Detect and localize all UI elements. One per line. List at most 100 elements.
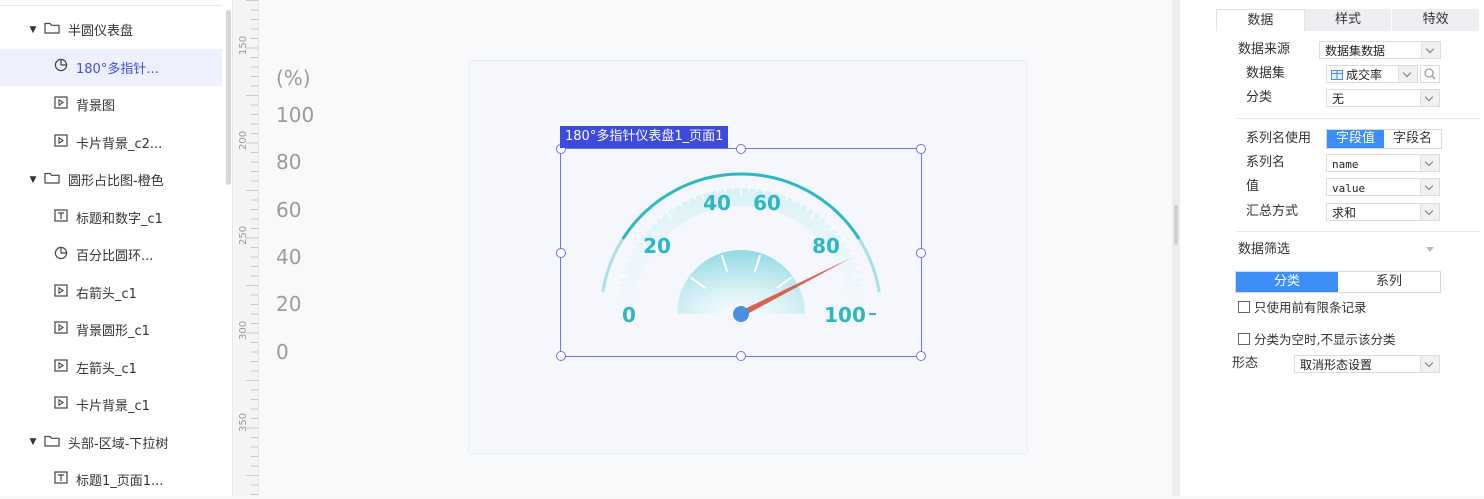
tree-item[interactable]: 右箭头_c1 [0, 274, 222, 312]
scroll-thumb[interactable] [1174, 205, 1178, 245]
aggregate-select[interactable]: 求和 [1326, 203, 1440, 221]
tab-effect[interactable]: 特效 [1392, 9, 1480, 31]
pie-chart-icon [54, 246, 68, 264]
pie-chart-icon [54, 58, 68, 76]
value-select[interactable]: value [1326, 178, 1440, 196]
series-name-field-name[interactable]: 字段名 [1384, 130, 1441, 148]
ruler-label: 150 [238, 36, 249, 55]
tree-item-label: 背景圆形_c1 [76, 320, 150, 339]
chevron-down-icon [1421, 42, 1440, 58]
tree-scrollbar[interactable] [226, 10, 231, 185]
tree-item-label: 背景图 [76, 95, 115, 114]
y-label-60: 60 [276, 198, 301, 222]
tree-item[interactable]: ▼ 半圆仪表盘 [0, 11, 222, 49]
form-value: 取消形态设置 [1300, 358, 1372, 372]
tree-item-label: 头部-区域-下拉树 [68, 433, 168, 452]
row-category: 分类 无 [1180, 88, 1484, 108]
resize-handle-bl[interactable] [556, 351, 566, 361]
selection-label: 180°多指针仪表盘1_页面1 [560, 126, 728, 148]
only-first-records-checkbox[interactable]: 只使用前有限条记录 [1238, 297, 1367, 316]
dataset-search-button[interactable] [1420, 65, 1440, 83]
row-filter[interactable]: 数据筛选 [1180, 240, 1484, 260]
play-box-icon [54, 359, 68, 376]
folder-icon [44, 21, 60, 38]
filter-tab-series[interactable]: 系列 [1338, 272, 1440, 292]
tree-item[interactable]: 百分比圆环... [0, 236, 222, 274]
checkbox-box[interactable] [1238, 333, 1250, 345]
category-value: 无 [1332, 92, 1344, 106]
series-name-select[interactable]: name [1326, 154, 1440, 172]
row-series-name-use: 系列名使用 字段值 字段名 [1180, 129, 1484, 149]
panel-divider [1236, 231, 1480, 232]
collapse-arrow-icon[interactable] [1426, 247, 1434, 252]
resize-handle-tr[interactable] [916, 144, 926, 154]
tree-item-label: 标题1_页面1... [76, 470, 163, 489]
expand-caret-icon[interactable]: ▼ [28, 437, 38, 447]
selection-box[interactable] [560, 148, 922, 357]
unit-label: (%) [276, 66, 311, 90]
panel-tabs: 数据 样式 特效 [1216, 9, 1480, 31]
tree-item-label: 右箭头_c1 [76, 283, 137, 302]
ruler-label: 250 [238, 226, 249, 245]
category-label: 分类 [1246, 88, 1272, 108]
series-name-field-value[interactable]: 字段值 [1327, 130, 1384, 148]
tree-item[interactable]: 背景圆形_c1 [0, 311, 222, 349]
resize-handle-mr[interactable] [916, 248, 926, 258]
tree-item[interactable]: ▼圆形占比图-橙色 [0, 161, 222, 199]
resize-handle-tm[interactable] [736, 144, 746, 154]
chevron-down-icon [1420, 90, 1439, 106]
chevron-down-icon [1420, 356, 1439, 372]
tab-style[interactable]: 样式 [1305, 9, 1393, 31]
tree-item-label: 180°多指针... [76, 58, 159, 77]
tree-item-label: 卡片背景_c1 [76, 395, 150, 414]
checkbox-box[interactable] [1238, 301, 1250, 313]
tree-item[interactable]: 180°多指针... [0, 49, 222, 87]
tree-rows: ▼半圆仪表盘180°多指针...背景图卡片背景_c2...▼圆形占比图-橙色标题… [0, 11, 222, 496]
dataset-value: 成交率 [1346, 68, 1382, 82]
expand-caret-icon[interactable]: ▼ [28, 25, 38, 35]
tree-item[interactable]: 卡片背景_c1 [0, 386, 222, 424]
tree-item-label: 半圆仪表盘 [68, 20, 133, 39]
y-label-0: 0 [276, 340, 289, 364]
expand-caret-icon[interactable]: ▼ [28, 175, 38, 185]
form-select[interactable]: 取消形态设置 [1294, 355, 1440, 373]
tree-item[interactable]: 左箭头_c1 [0, 349, 222, 387]
data-source-value: 数据集数据 [1325, 44, 1385, 58]
ruler-label: 350 [238, 413, 249, 432]
row-dataset: 数据集 成交率 [1180, 64, 1484, 84]
ruler-ticks: 150200250300350 [234, 0, 258, 496]
series-name-label: 系列名 [1246, 153, 1285, 173]
chevron-down-icon [1398, 66, 1417, 82]
data-source-select[interactable]: 数据集数据 [1319, 41, 1441, 59]
tree-item[interactable]: ▼ 头部-区域-下拉树 [0, 424, 222, 462]
filter-tab-category[interactable]: 分类 [1236, 272, 1338, 292]
tab-data[interactable]: 数据 [1216, 9, 1305, 31]
tree-item[interactable]: 标题和数字_c1 [0, 199, 222, 237]
series-name-use-label: 系列名使用 [1246, 129, 1311, 149]
dataset-label: 数据集 [1246, 64, 1285, 84]
tree-item-label: 卡片背景_c2... [76, 133, 162, 152]
search-icon [1421, 66, 1439, 82]
only-first-records-label: 只使用前有限条记录 [1254, 297, 1367, 316]
tree-item-label: 左箭头_c1 [76, 358, 137, 377]
value-value: value [1332, 182, 1365, 195]
aggregate-label: 汇总方式 [1246, 202, 1298, 222]
hide-empty-category-checkbox[interactable]: 分类为空时,不显示该分类 [1238, 329, 1395, 348]
resize-handle-bm[interactable] [736, 351, 746, 361]
folder-icon [44, 171, 60, 188]
tree-top-divider [0, 5, 222, 6]
text-box-icon [54, 471, 68, 488]
tree-item[interactable]: 背景图 [0, 86, 222, 124]
play-box-icon [54, 396, 68, 413]
tree-item[interactable]: 卡片背景_c2... [0, 124, 222, 162]
resize-handle-ml[interactable] [556, 248, 566, 258]
row-data-source: 数据来源 数据集数据 [1180, 40, 1484, 60]
tree-item[interactable]: 标题1_页面1... [0, 461, 222, 496]
dataset-select[interactable]: 成交率 [1326, 65, 1418, 83]
category-select[interactable]: 无 [1326, 89, 1440, 107]
chevron-down-icon [1420, 179, 1439, 195]
aggregate-value: 求和 [1332, 206, 1356, 220]
canvas-scrollbar[interactable] [1172, 0, 1180, 496]
resize-handle-br[interactable] [916, 351, 926, 361]
vertical-ruler: 150200250300350 [234, 0, 259, 496]
